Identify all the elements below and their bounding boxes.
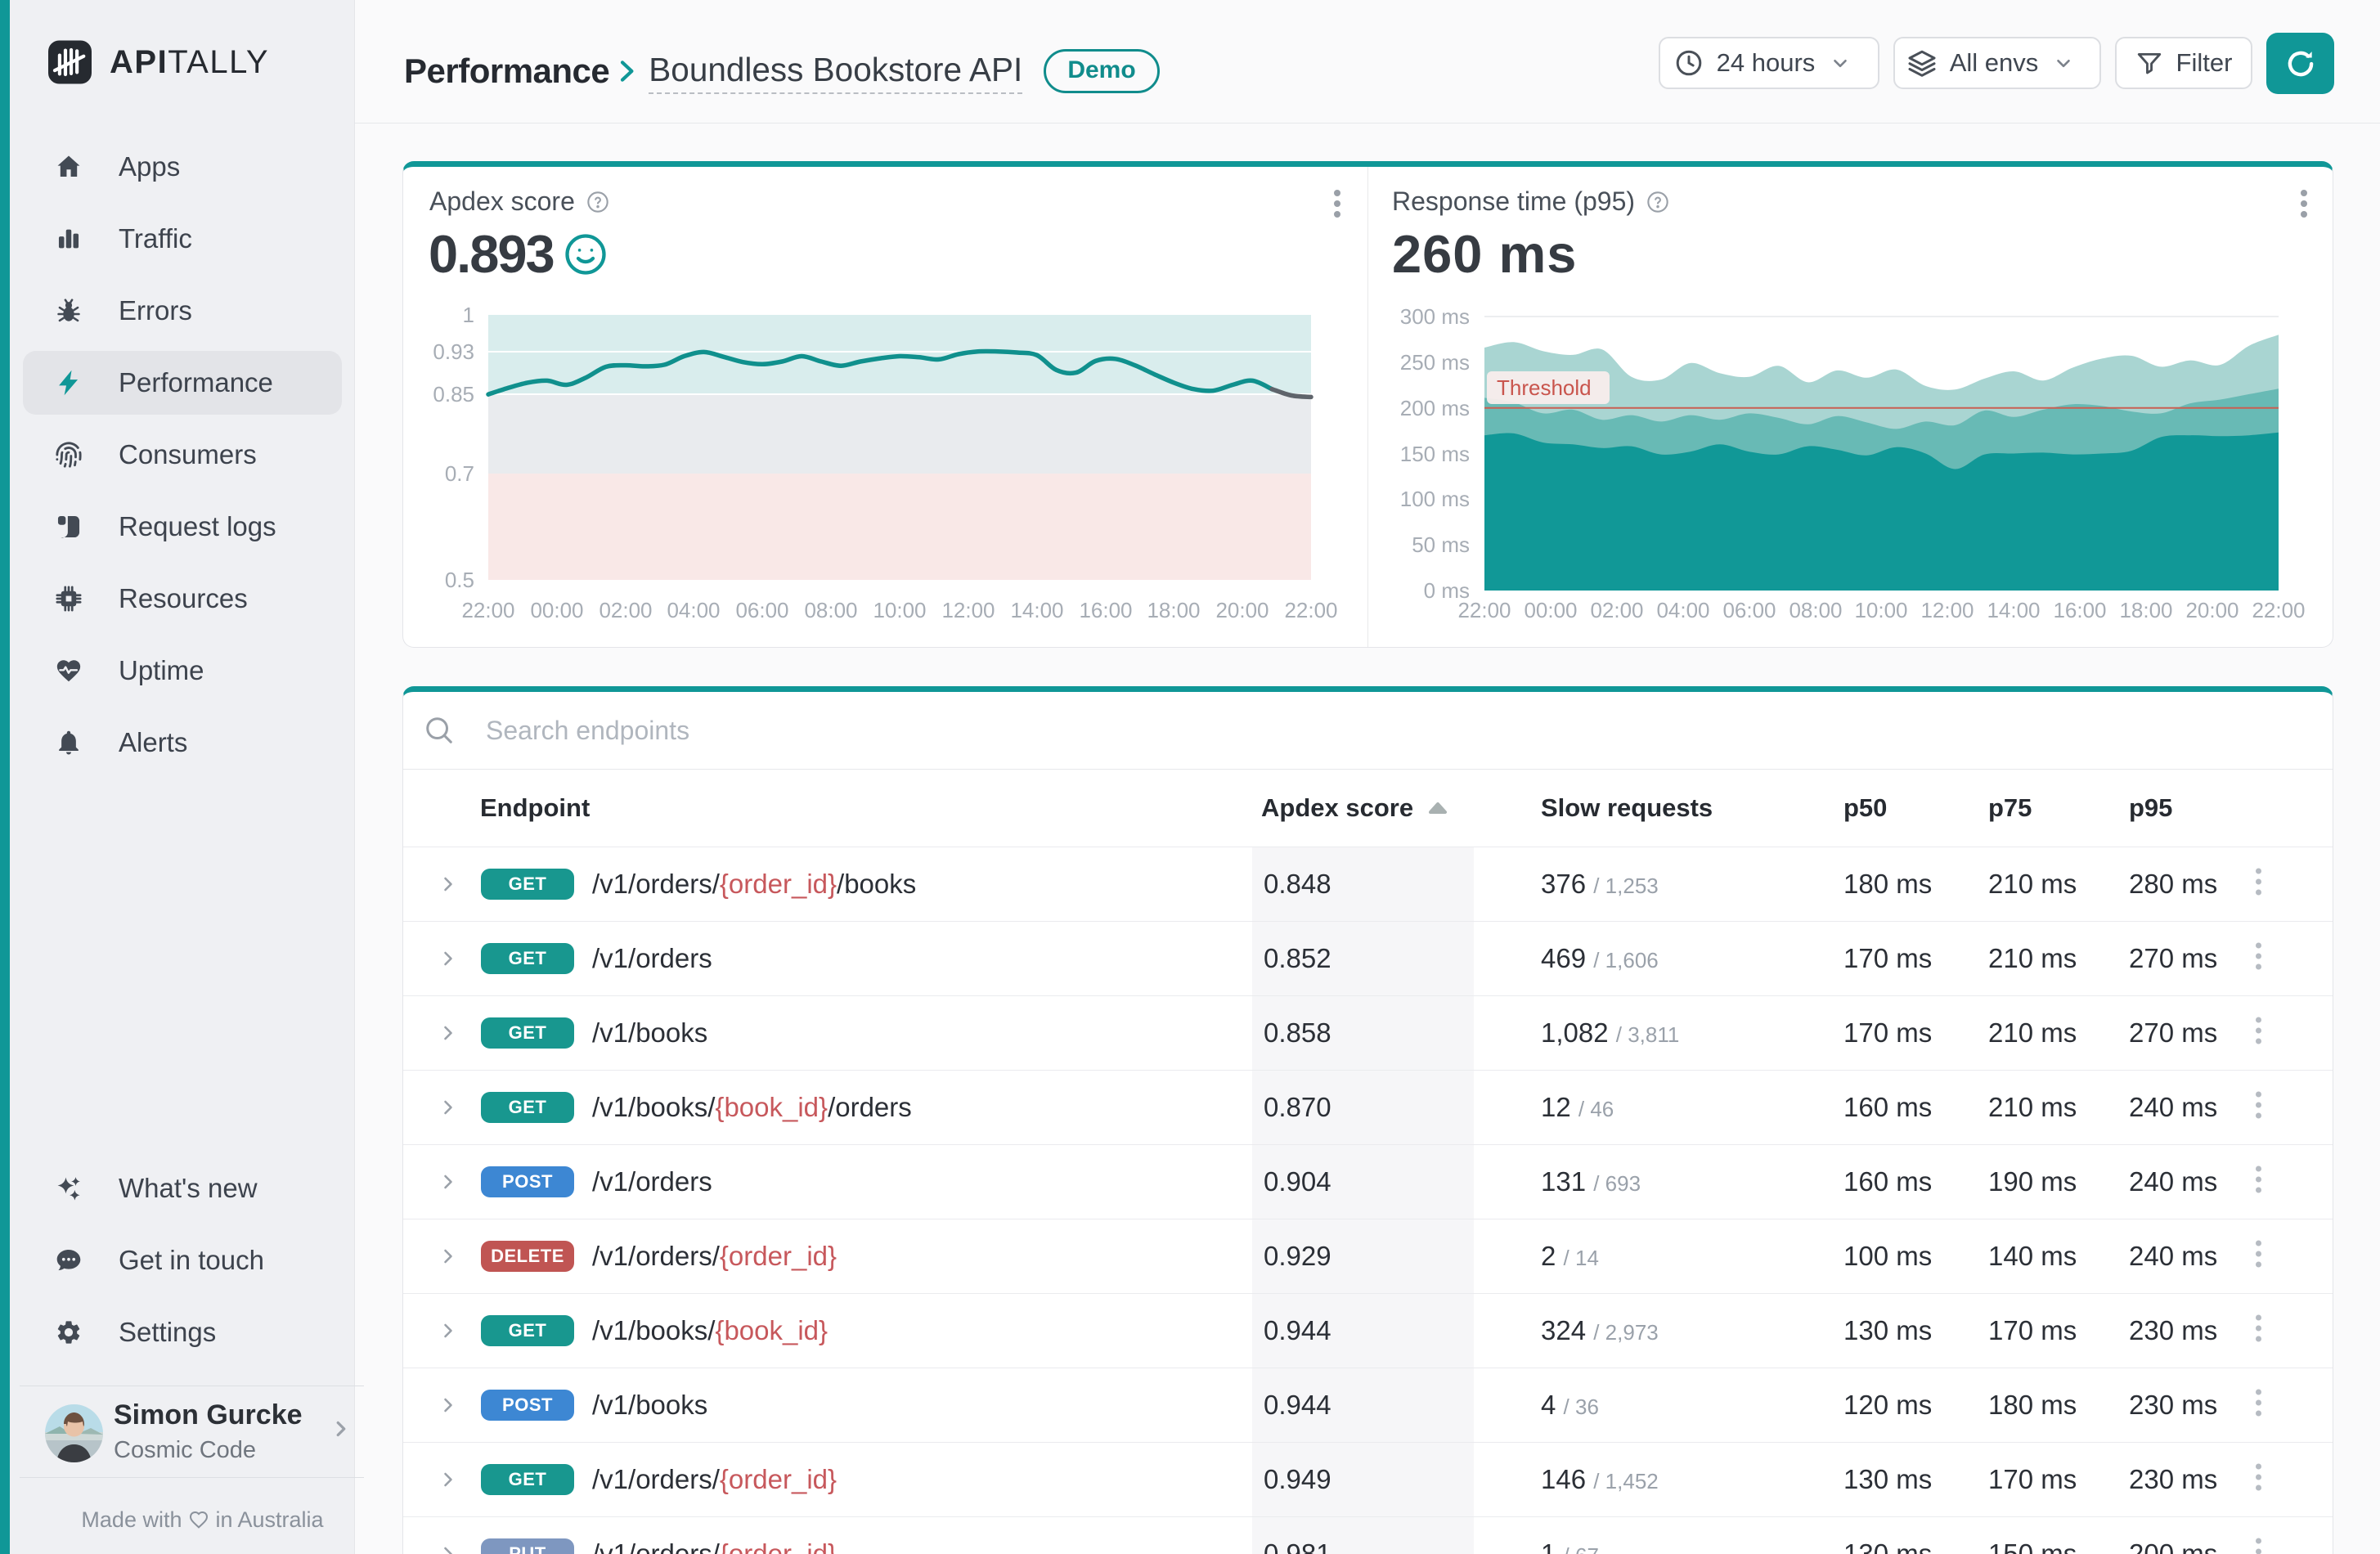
svg-text:12:00: 12:00	[941, 598, 995, 622]
svg-text:22:00: 22:00	[1457, 598, 1511, 622]
svg-text:18:00: 18:00	[2119, 598, 2172, 622]
svg-text:00:00: 00:00	[530, 598, 583, 622]
svg-text:16:00: 16:00	[2053, 598, 2106, 622]
svg-text:200 ms: 200 ms	[1400, 396, 1470, 420]
svg-text:20:00: 20:00	[2185, 598, 2239, 622]
svg-text:04:00: 04:00	[1656, 598, 1709, 622]
svg-text:08:00: 08:00	[1789, 598, 1842, 622]
svg-text:00:00: 00:00	[1524, 598, 1577, 622]
svg-text:22:00: 22:00	[461, 598, 514, 622]
svg-text:14:00: 14:00	[1987, 598, 2040, 622]
svg-text:0.85: 0.85	[433, 382, 474, 406]
svg-text:02:00: 02:00	[599, 598, 652, 622]
svg-text:22:00: 22:00	[1284, 598, 1337, 622]
svg-text:04:00: 04:00	[667, 598, 720, 622]
svg-text:50 ms: 50 ms	[1412, 532, 1470, 557]
svg-text:Threshold: Threshold	[1497, 375, 1592, 400]
svg-text:08:00: 08:00	[804, 598, 857, 622]
svg-text:300 ms: 300 ms	[1400, 304, 1470, 329]
svg-text:150 ms: 150 ms	[1400, 442, 1470, 466]
svg-text:0.93: 0.93	[433, 339, 474, 364]
svg-text:02:00: 02:00	[1590, 598, 1643, 622]
svg-text:10:00: 10:00	[873, 598, 926, 622]
svg-text:1: 1	[463, 303, 474, 327]
svg-text:20:00: 20:00	[1215, 598, 1269, 622]
svg-text:0.7: 0.7	[445, 461, 474, 486]
svg-text:18:00: 18:00	[1147, 598, 1200, 622]
svg-text:0.5: 0.5	[445, 568, 474, 592]
svg-text:06:00: 06:00	[1722, 598, 1776, 622]
svg-text:10:00: 10:00	[1854, 598, 1907, 622]
svg-text:16:00: 16:00	[1079, 598, 1132, 622]
svg-text:12:00: 12:00	[1920, 598, 1974, 622]
svg-text:14:00: 14:00	[1010, 598, 1063, 622]
svg-text:250 ms: 250 ms	[1400, 350, 1470, 375]
svg-text:22:00: 22:00	[2252, 598, 2305, 622]
svg-text:06:00: 06:00	[735, 598, 788, 622]
svg-text:100 ms: 100 ms	[1400, 487, 1470, 511]
